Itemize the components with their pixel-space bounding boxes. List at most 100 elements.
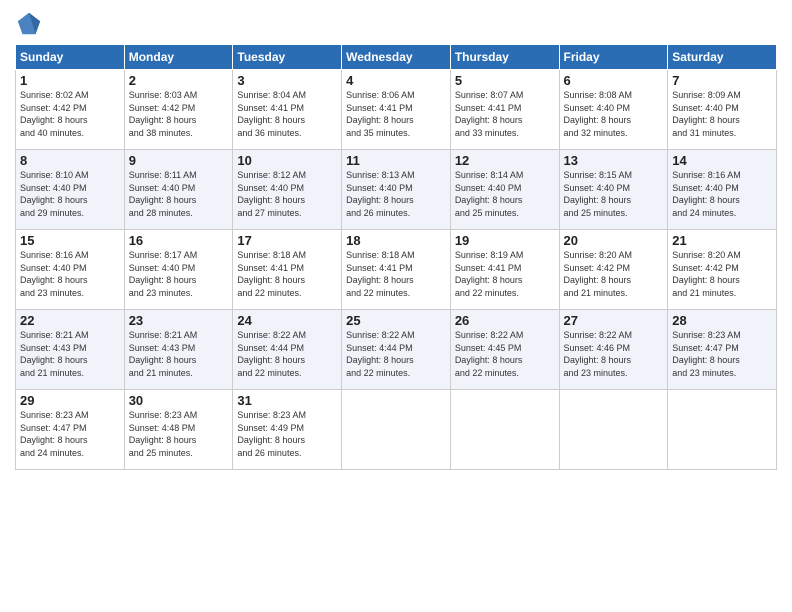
day-cell: 11Sunrise: 8:13 AM Sunset: 4:40 PM Dayli…: [342, 150, 451, 230]
day-info: Sunrise: 8:18 AM Sunset: 4:41 PM Dayligh…: [346, 249, 446, 299]
header-cell-sunday: Sunday: [16, 45, 125, 70]
day-info: Sunrise: 8:21 AM Sunset: 4:43 PM Dayligh…: [129, 329, 229, 379]
week-row-4: 22Sunrise: 8:21 AM Sunset: 4:43 PM Dayli…: [16, 310, 777, 390]
day-cell: 31Sunrise: 8:23 AM Sunset: 4:49 PM Dayli…: [233, 390, 342, 470]
header-row: SundayMondayTuesdayWednesdayThursdayFrid…: [16, 45, 777, 70]
day-cell: [342, 390, 451, 470]
day-info: Sunrise: 8:20 AM Sunset: 4:42 PM Dayligh…: [564, 249, 664, 299]
day-number: 22: [20, 313, 120, 328]
day-number: 26: [455, 313, 555, 328]
day-info: Sunrise: 8:03 AM Sunset: 4:42 PM Dayligh…: [129, 89, 229, 139]
day-number: 14: [672, 153, 772, 168]
day-number: 15: [20, 233, 120, 248]
day-number: 31: [237, 393, 337, 408]
day-number: 13: [564, 153, 664, 168]
day-number: 28: [672, 313, 772, 328]
day-cell: 24Sunrise: 8:22 AM Sunset: 4:44 PM Dayli…: [233, 310, 342, 390]
day-cell: 16Sunrise: 8:17 AM Sunset: 4:40 PM Dayli…: [124, 230, 233, 310]
day-cell: 2Sunrise: 8:03 AM Sunset: 4:42 PM Daylig…: [124, 70, 233, 150]
day-cell: 7Sunrise: 8:09 AM Sunset: 4:40 PM Daylig…: [668, 70, 777, 150]
header-cell-thursday: Thursday: [450, 45, 559, 70]
day-cell: 27Sunrise: 8:22 AM Sunset: 4:46 PM Dayli…: [559, 310, 668, 390]
day-info: Sunrise: 8:22 AM Sunset: 4:44 PM Dayligh…: [346, 329, 446, 379]
day-cell: [559, 390, 668, 470]
day-cell: 12Sunrise: 8:14 AM Sunset: 4:40 PM Dayli…: [450, 150, 559, 230]
day-number: 20: [564, 233, 664, 248]
day-info: Sunrise: 8:04 AM Sunset: 4:41 PM Dayligh…: [237, 89, 337, 139]
day-info: Sunrise: 8:18 AM Sunset: 4:41 PM Dayligh…: [237, 249, 337, 299]
day-info: Sunrise: 8:02 AM Sunset: 4:42 PM Dayligh…: [20, 89, 120, 139]
day-cell: 25Sunrise: 8:22 AM Sunset: 4:44 PM Dayli…: [342, 310, 451, 390]
week-row-2: 8Sunrise: 8:10 AM Sunset: 4:40 PM Daylig…: [16, 150, 777, 230]
day-info: Sunrise: 8:12 AM Sunset: 4:40 PM Dayligh…: [237, 169, 337, 219]
day-info: Sunrise: 8:11 AM Sunset: 4:40 PM Dayligh…: [129, 169, 229, 219]
day-info: Sunrise: 8:17 AM Sunset: 4:40 PM Dayligh…: [129, 249, 229, 299]
day-cell: 26Sunrise: 8:22 AM Sunset: 4:45 PM Dayli…: [450, 310, 559, 390]
header-cell-wednesday: Wednesday: [342, 45, 451, 70]
day-number: 16: [129, 233, 229, 248]
day-cell: 15Sunrise: 8:16 AM Sunset: 4:40 PM Dayli…: [16, 230, 125, 310]
day-number: 18: [346, 233, 446, 248]
day-cell: 28Sunrise: 8:23 AM Sunset: 4:47 PM Dayli…: [668, 310, 777, 390]
day-cell: 22Sunrise: 8:21 AM Sunset: 4:43 PM Dayli…: [16, 310, 125, 390]
day-number: 12: [455, 153, 555, 168]
day-cell: 20Sunrise: 8:20 AM Sunset: 4:42 PM Dayli…: [559, 230, 668, 310]
day-cell: 29Sunrise: 8:23 AM Sunset: 4:47 PM Dayli…: [16, 390, 125, 470]
day-cell: 8Sunrise: 8:10 AM Sunset: 4:40 PM Daylig…: [16, 150, 125, 230]
calendar-page: SundayMondayTuesdayWednesdayThursdayFrid…: [0, 0, 792, 612]
day-cell: 5Sunrise: 8:07 AM Sunset: 4:41 PM Daylig…: [450, 70, 559, 150]
day-number: 8: [20, 153, 120, 168]
day-cell: 18Sunrise: 8:18 AM Sunset: 4:41 PM Dayli…: [342, 230, 451, 310]
day-number: 24: [237, 313, 337, 328]
day-info: Sunrise: 8:14 AM Sunset: 4:40 PM Dayligh…: [455, 169, 555, 219]
day-cell: 21Sunrise: 8:20 AM Sunset: 4:42 PM Dayli…: [668, 230, 777, 310]
day-info: Sunrise: 8:23 AM Sunset: 4:47 PM Dayligh…: [672, 329, 772, 379]
day-number: 27: [564, 313, 664, 328]
day-number: 11: [346, 153, 446, 168]
day-cell: 17Sunrise: 8:18 AM Sunset: 4:41 PM Dayli…: [233, 230, 342, 310]
day-cell: 19Sunrise: 8:19 AM Sunset: 4:41 PM Dayli…: [450, 230, 559, 310]
day-number: 19: [455, 233, 555, 248]
logo-icon: [15, 10, 43, 38]
day-cell: 4Sunrise: 8:06 AM Sunset: 4:41 PM Daylig…: [342, 70, 451, 150]
day-cell: [668, 390, 777, 470]
day-number: 9: [129, 153, 229, 168]
day-info: Sunrise: 8:16 AM Sunset: 4:40 PM Dayligh…: [20, 249, 120, 299]
day-cell: 3Sunrise: 8:04 AM Sunset: 4:41 PM Daylig…: [233, 70, 342, 150]
day-info: Sunrise: 8:23 AM Sunset: 4:48 PM Dayligh…: [129, 409, 229, 459]
day-info: Sunrise: 8:21 AM Sunset: 4:43 PM Dayligh…: [20, 329, 120, 379]
day-number: 17: [237, 233, 337, 248]
header: [15, 10, 777, 38]
day-number: 3: [237, 73, 337, 88]
day-number: 21: [672, 233, 772, 248]
day-info: Sunrise: 8:22 AM Sunset: 4:44 PM Dayligh…: [237, 329, 337, 379]
day-number: 30: [129, 393, 229, 408]
day-cell: 1Sunrise: 8:02 AM Sunset: 4:42 PM Daylig…: [16, 70, 125, 150]
day-number: 5: [455, 73, 555, 88]
day-number: 23: [129, 313, 229, 328]
day-cell: [450, 390, 559, 470]
day-info: Sunrise: 8:23 AM Sunset: 4:49 PM Dayligh…: [237, 409, 337, 459]
calendar-body: 1Sunrise: 8:02 AM Sunset: 4:42 PM Daylig…: [16, 70, 777, 470]
day-info: Sunrise: 8:08 AM Sunset: 4:40 PM Dayligh…: [564, 89, 664, 139]
day-cell: 10Sunrise: 8:12 AM Sunset: 4:40 PM Dayli…: [233, 150, 342, 230]
day-cell: 14Sunrise: 8:16 AM Sunset: 4:40 PM Dayli…: [668, 150, 777, 230]
day-number: 1: [20, 73, 120, 88]
day-number: 7: [672, 73, 772, 88]
day-info: Sunrise: 8:06 AM Sunset: 4:41 PM Dayligh…: [346, 89, 446, 139]
week-row-5: 29Sunrise: 8:23 AM Sunset: 4:47 PM Dayli…: [16, 390, 777, 470]
day-cell: 6Sunrise: 8:08 AM Sunset: 4:40 PM Daylig…: [559, 70, 668, 150]
day-cell: 13Sunrise: 8:15 AM Sunset: 4:40 PM Dayli…: [559, 150, 668, 230]
day-info: Sunrise: 8:22 AM Sunset: 4:46 PM Dayligh…: [564, 329, 664, 379]
calendar-table: SundayMondayTuesdayWednesdayThursdayFrid…: [15, 44, 777, 470]
week-row-1: 1Sunrise: 8:02 AM Sunset: 4:42 PM Daylig…: [16, 70, 777, 150]
calendar-header: SundayMondayTuesdayWednesdayThursdayFrid…: [16, 45, 777, 70]
day-info: Sunrise: 8:09 AM Sunset: 4:40 PM Dayligh…: [672, 89, 772, 139]
header-cell-friday: Friday: [559, 45, 668, 70]
day-number: 2: [129, 73, 229, 88]
week-row-3: 15Sunrise: 8:16 AM Sunset: 4:40 PM Dayli…: [16, 230, 777, 310]
day-info: Sunrise: 8:16 AM Sunset: 4:40 PM Dayligh…: [672, 169, 772, 219]
day-number: 6: [564, 73, 664, 88]
day-info: Sunrise: 8:10 AM Sunset: 4:40 PM Dayligh…: [20, 169, 120, 219]
logo: [15, 10, 47, 38]
